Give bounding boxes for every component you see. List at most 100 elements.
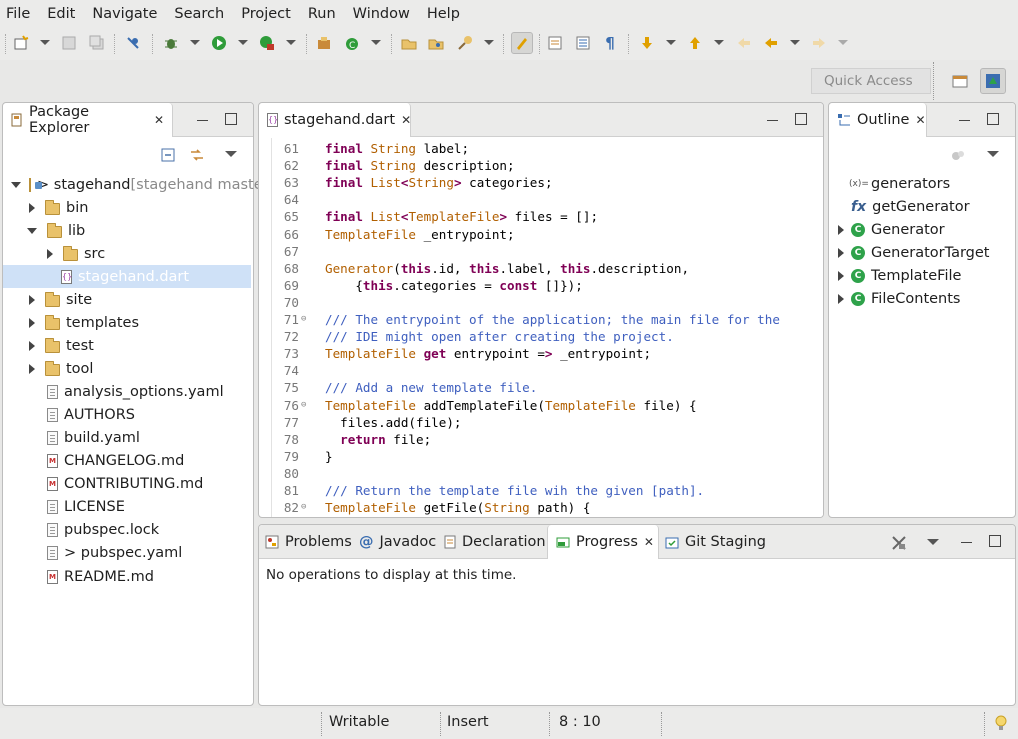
skip-breakpoints-icon[interactable] <box>124 34 142 52</box>
debug-icon[interactable] <box>162 34 180 52</box>
maximize-icon[interactable] <box>795 113 807 125</box>
menu-navigate[interactable]: Navigate <box>92 6 157 22</box>
tree-item-license[interactable]: LICENSE <box>3 495 125 518</box>
expand-arrow-icon[interactable] <box>29 202 35 213</box>
collapse-arrow-icon[interactable] <box>27 227 37 234</box>
tree-item-pubspec-lock[interactable]: pubspec.lock <box>3 518 159 541</box>
lightbulb-icon[interactable] <box>994 714 1008 732</box>
fold-toggle-icon[interactable]: ⊖ <box>301 311 306 328</box>
outline-item-templatefile[interactable]: C TemplateFile <box>829 264 961 287</box>
expand-arrow-icon[interactable] <box>29 363 35 374</box>
dart-perspective-icon[interactable] <box>980 68 1006 94</box>
tree-item-stagehand-dart[interactable]: {} stagehand.dart <box>3 265 251 288</box>
expand-arrow-icon[interactable] <box>838 293 844 304</box>
forward-icon[interactable] <box>810 34 828 52</box>
last-edit-location-icon[interactable] <box>735 34 753 52</box>
close-icon[interactable]: ✕ <box>915 113 925 127</box>
tab-progress[interactable]: Progress ✕ <box>547 525 659 559</box>
minimize-icon[interactable] <box>197 115 208 121</box>
tree-item-pubspec-yaml[interactable]: > pubspec.yaml <box>3 541 182 564</box>
tab-stagehand-dart[interactable]: {} stagehand.dart ✕ <box>259 103 411 137</box>
tree-item-src[interactable]: src <box>3 242 105 265</box>
expand-arrow-icon[interactable] <box>838 247 844 258</box>
tree-item-test[interactable]: test <box>3 334 94 357</box>
tree-item-readme[interactable]: M README.md <box>3 565 154 588</box>
expand-arrow-icon[interactable] <box>29 294 35 305</box>
mark-occurrences-icon[interactable] <box>511 32 533 54</box>
tree-item-lib[interactable]: lib <box>3 219 85 242</box>
outline-item-generatortarget[interactable]: C GeneratorTarget <box>829 241 990 264</box>
menu-help[interactable]: Help <box>427 6 460 22</box>
open-resource-icon[interactable] <box>427 34 445 52</box>
tree-item-tool[interactable]: tool <box>3 357 93 380</box>
run-dropdown-icon[interactable] <box>238 40 248 45</box>
maximize-icon[interactable] <box>987 113 999 125</box>
remove-all-finished-icon[interactable] <box>891 535 907 551</box>
tab-declaration[interactable]: Declaration <box>438 525 552 559</box>
next-annotation-dropdown-icon[interactable] <box>666 40 676 45</box>
search-tool-icon[interactable] <box>456 34 474 52</box>
collapse-all-icon[interactable] <box>161 148 175 162</box>
outline-item-getgenerator[interactable]: fx getGenerator <box>829 195 970 218</box>
tree-item-build-yaml[interactable]: build.yaml <box>3 426 140 449</box>
outline-item-filecontents[interactable]: C FileContents <box>829 287 961 310</box>
expand-arrow-icon[interactable] <box>29 340 35 351</box>
previous-annotation-icon[interactable] <box>686 34 704 52</box>
tree-item-bin[interactable]: bin <box>3 196 88 219</box>
new-class-icon[interactable]: C <box>343 34 361 52</box>
open-type-icon[interactable] <box>400 34 418 52</box>
tab-package-explorer[interactable]: Package Explorer ✕ <box>3 103 173 137</box>
outline-item-generators[interactable]: (x)= generators <box>829 172 950 195</box>
run-icon[interactable] <box>210 34 228 52</box>
expand-arrow-icon[interactable] <box>29 317 35 328</box>
tree-item-contributing[interactable]: M CONTRIBUTING.md <box>3 472 203 495</box>
word-wrap-icon[interactable] <box>574 34 592 52</box>
tree-item-project[interactable]: > stagehand [stagehand maste <box>3 173 263 196</box>
next-annotation-icon[interactable] <box>638 34 656 52</box>
close-icon[interactable]: ✕ <box>401 113 411 127</box>
outline-item-generator[interactable]: C Generator <box>829 218 945 241</box>
new-class-dropdown-icon[interactable] <box>371 40 381 45</box>
minimize-icon[interactable] <box>961 537 972 543</box>
menu-file[interactable]: File <box>6 6 30 22</box>
back-icon[interactable] <box>762 34 780 52</box>
overview-ruler[interactable] <box>808 138 823 517</box>
menu-run[interactable]: Run <box>308 6 336 22</box>
tree-item-authors[interactable]: AUTHORS <box>3 403 135 426</box>
close-icon[interactable]: ✕ <box>154 113 164 127</box>
menu-edit[interactable]: Edit <box>47 6 75 22</box>
new-package-icon[interactable] <box>315 34 333 52</box>
tree-item-changelog[interactable]: M CHANGELOG.md <box>3 449 184 472</box>
previous-annotation-dropdown-icon[interactable] <box>714 40 724 45</box>
tab-git-staging[interactable]: Git Staging <box>659 525 772 559</box>
link-with-editor-icon[interactable] <box>189 148 205 162</box>
menu-window[interactable]: Window <box>353 6 410 22</box>
tab-problems[interactable]: Problems <box>259 525 358 559</box>
menu-project[interactable]: Project <box>241 6 291 22</box>
maximize-icon[interactable] <box>225 113 237 125</box>
coverage-icon[interactable] <box>258 34 276 52</box>
search-dropdown-icon[interactable] <box>484 40 494 45</box>
open-perspective-icon[interactable] <box>951 72 969 90</box>
expand-arrow-icon[interactable] <box>838 224 844 235</box>
tab-javadoc[interactable]: @ Javadoc <box>353 525 442 559</box>
view-menu-icon[interactable] <box>927 539 939 545</box>
tree-item-analysis-options[interactable]: analysis_options.yaml <box>3 380 224 403</box>
debug-dropdown-icon[interactable] <box>190 40 200 45</box>
menu-search[interactable]: Search <box>174 6 224 22</box>
expand-arrow-icon[interactable] <box>47 248 53 259</box>
maximize-icon[interactable] <box>989 535 1001 547</box>
save-icon[interactable] <box>60 34 78 52</box>
block-selection-icon[interactable] <box>546 34 564 52</box>
coverage-dropdown-icon[interactable] <box>286 40 296 45</box>
fold-toggle-icon[interactable]: ⊖ <box>301 499 306 516</box>
save-all-icon[interactable] <box>88 34 106 52</box>
back-dropdown-icon[interactable] <box>790 40 800 45</box>
show-whitespace-icon[interactable]: ¶ <box>601 34 619 52</box>
close-icon[interactable]: ✕ <box>644 535 654 549</box>
tree-item-templates[interactable]: templates <box>3 311 139 334</box>
tree-item-site[interactable]: site <box>3 288 92 311</box>
quick-access-field[interactable]: Quick Access <box>811 68 931 94</box>
code-area[interactable]: 61 final String label; 62 final String desc… <box>273 140 807 517</box>
minimize-icon[interactable] <box>767 115 778 121</box>
